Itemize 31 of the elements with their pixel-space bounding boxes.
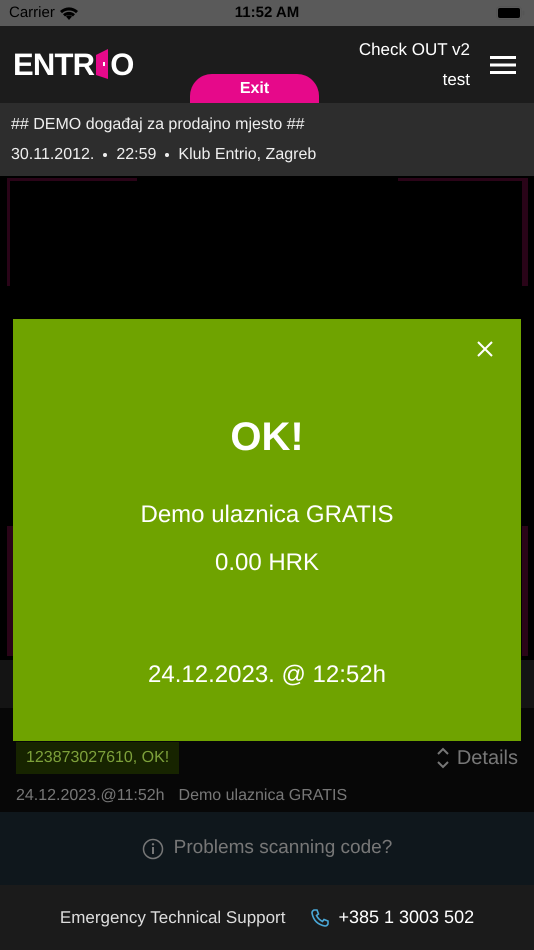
event-date: 30.11.2012. xyxy=(11,144,94,164)
scan-ticket-name: Demo ulaznica GRATIS xyxy=(178,786,348,806)
event-name: ## DEMO događaj za prodajno mjesto ## xyxy=(11,114,306,134)
support-phone[interactable]: +385 1 3003 502 xyxy=(338,904,474,931)
help-link[interactable]: Problems scanning code? xyxy=(174,834,392,863)
event-time: 22:59 xyxy=(116,144,156,164)
event-venue: Klub Entrio, Zagreb xyxy=(178,144,316,164)
status-time: 11:52 AM xyxy=(234,2,300,23)
user-label: test xyxy=(442,68,470,90)
separator-dot-icon xyxy=(165,152,170,156)
logo-text: O xyxy=(110,49,134,80)
separator-dot-icon xyxy=(103,152,108,156)
ticket-price: 0.00 HRK xyxy=(214,548,320,578)
details-button[interactable]: Details xyxy=(436,743,518,773)
logo-text: ENTR xyxy=(13,49,94,80)
info-icon xyxy=(142,838,164,860)
scan-timestamp: 24.12.2023.@11:52h xyxy=(16,786,165,806)
close-icon[interactable] xyxy=(477,341,493,357)
chevron-up-down-icon xyxy=(436,746,449,770)
result-title: OK! xyxy=(230,414,304,461)
app-title: Check OUT v2 xyxy=(358,39,470,61)
support-label: Emergency Technical Support xyxy=(60,906,286,929)
door-icon xyxy=(94,49,110,79)
menu-icon[interactable] xyxy=(490,56,516,74)
scan-result-badge: 123873027610, OK! xyxy=(16,742,180,774)
ticket-name: Demo ulaznica GRATIS xyxy=(140,500,394,530)
phone-icon xyxy=(311,908,330,926)
carrier-label: Carrier xyxy=(9,2,55,23)
wifi-icon xyxy=(58,6,79,20)
exit-button[interactable]: Exit xyxy=(190,74,319,103)
scan-time: 24.12.2023. @ 12:52h xyxy=(148,660,386,690)
